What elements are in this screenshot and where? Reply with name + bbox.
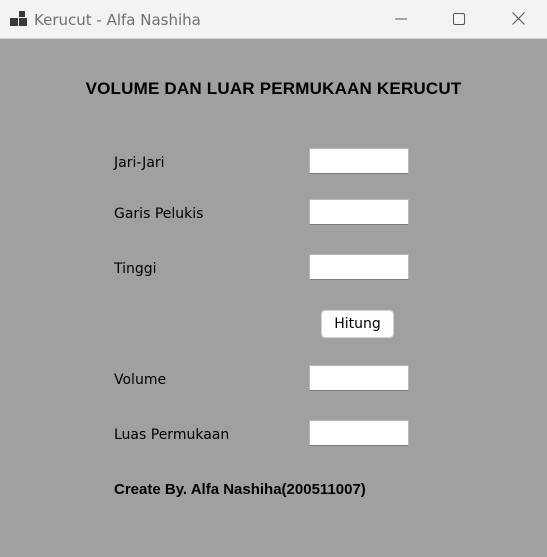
label-volume: Volume xyxy=(114,372,167,388)
garis-pelukis-input[interactable] xyxy=(309,199,409,225)
minimize-icon xyxy=(395,10,407,29)
form-heading: VOLUME DAN LUAR PERMUKAAN KERUCUT xyxy=(85,79,462,98)
form-client-area: VOLUME DAN LUAR PERMUKAAN KERUCUT Jari-J… xyxy=(0,39,547,557)
hitung-button[interactable]: Hitung xyxy=(321,310,394,338)
maximize-icon xyxy=(453,10,465,29)
maximize-button[interactable] xyxy=(430,0,488,39)
title-bar[interactable]: Kerucut - Alfa Nashiha xyxy=(0,0,547,39)
volume-output[interactable] xyxy=(309,365,409,391)
jari-jari-input[interactable] xyxy=(309,148,409,174)
app-icon xyxy=(10,11,28,27)
label-tinggi: Tinggi xyxy=(114,261,157,277)
label-jari-jari: Jari-Jari xyxy=(114,155,165,171)
close-icon xyxy=(511,10,525,29)
close-button[interactable] xyxy=(489,0,547,39)
luas-permukaan-output[interactable] xyxy=(309,420,409,446)
label-garis-pelukis: Garis Pelukis xyxy=(114,206,204,222)
minimize-button[interactable] xyxy=(372,0,430,39)
label-luas-permukaan: Luas Permukaan xyxy=(114,427,230,443)
app-window: Kerucut - Alfa Nashiha VOLUME DAN LUAR P… xyxy=(0,0,547,557)
author-credit: Create By. Alfa Nashiha(200511007) xyxy=(114,481,366,498)
window-title: Kerucut - Alfa Nashiha xyxy=(34,11,201,29)
tinggi-input[interactable] xyxy=(309,254,409,280)
